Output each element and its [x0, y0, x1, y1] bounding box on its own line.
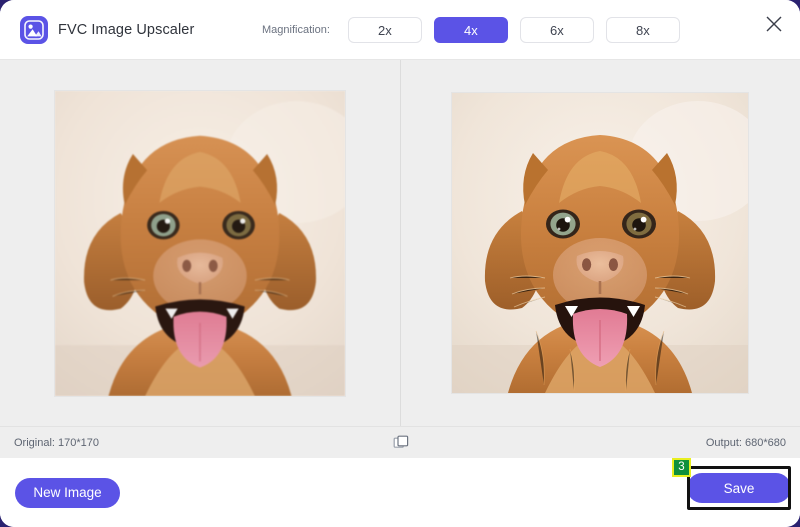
page-title: FVC Image Upscaler: [58, 22, 194, 38]
compare-area: [0, 60, 800, 426]
magnification-control: Magnification: 2x 4x 6x 8x: [262, 0, 680, 60]
magnification-option-6x[interactable]: 6x: [520, 17, 594, 43]
magnification-label: Magnification:: [262, 24, 330, 36]
magnification-option-2x[interactable]: 2x: [348, 17, 422, 43]
upscaled-image-preview[interactable]: [400, 60, 800, 426]
original-photo: [55, 91, 345, 396]
magnification-option-4x[interactable]: 4x: [434, 17, 508, 43]
original-image-preview[interactable]: [0, 60, 400, 426]
image-photo-icon: [20, 16, 48, 44]
output-size-label: Output: 680*680: [706, 437, 786, 449]
brand: FVC Image Upscaler: [20, 16, 194, 44]
save-button[interactable]: Save: [687, 473, 791, 503]
dialog-header: FVC Image Upscaler Magnification: 2x 4x …: [0, 0, 800, 60]
status-bar: Original: 170*170 Output: 680*680: [0, 426, 800, 458]
compare-copy-icon[interactable]: [393, 435, 409, 451]
upscaler-dialog: FVC Image Upscaler Magnification: 2x 4x …: [0, 0, 800, 527]
annotation-step-badge: 3: [672, 458, 691, 477]
close-icon[interactable]: [760, 10, 788, 38]
upscaled-photo: [452, 93, 748, 393]
new-image-button[interactable]: New Image: [15, 478, 120, 508]
magnification-option-8x[interactable]: 8x: [606, 17, 680, 43]
save-button-wrapper: Save: [687, 473, 791, 503]
original-size-label: Original: 170*170: [14, 437, 99, 449]
